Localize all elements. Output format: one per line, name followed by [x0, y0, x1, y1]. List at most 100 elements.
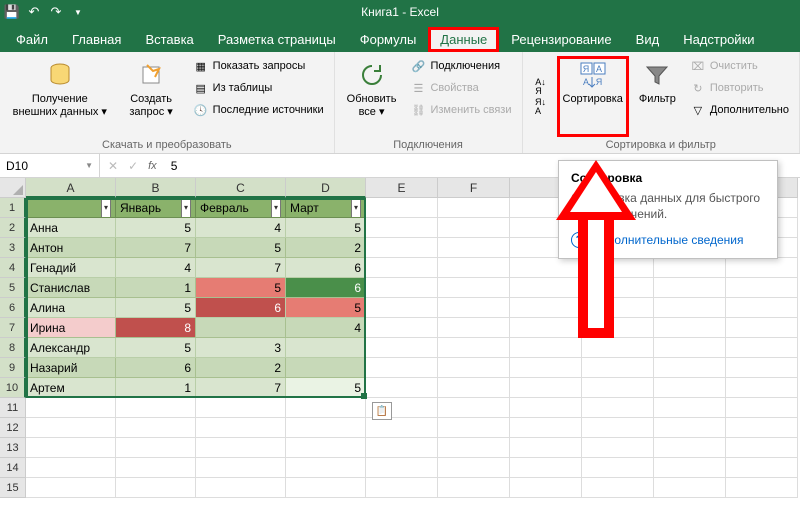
cell[interactable]	[366, 198, 438, 218]
select-all-corner[interactable]	[0, 178, 26, 198]
cell[interactable]	[654, 418, 726, 438]
formula-value[interactable]: 5	[167, 159, 178, 173]
qat-dropdown-icon[interactable]: ▼	[70, 4, 86, 20]
cell[interactable]	[726, 378, 798, 398]
cell[interactable]	[438, 338, 510, 358]
cell[interactable]	[582, 458, 654, 478]
cell[interactable]	[366, 298, 438, 318]
cell[interactable]: 6	[196, 298, 286, 318]
cell[interactable]	[116, 458, 196, 478]
cell[interactable]: Антон	[26, 238, 116, 258]
table-header[interactable]: ▾	[26, 198, 116, 218]
cell[interactable]: 5	[286, 218, 366, 238]
cell[interactable]	[26, 458, 116, 478]
cell[interactable]	[582, 318, 654, 338]
cell[interactable]	[582, 278, 654, 298]
cell[interactable]: 1	[116, 278, 196, 298]
cell[interactable]	[26, 398, 116, 418]
cell[interactable]	[116, 438, 196, 458]
cell[interactable]: 5	[116, 218, 196, 238]
cell[interactable]	[654, 298, 726, 318]
tooltip-help-link[interactable]: ? Дополнительные сведения	[571, 232, 765, 248]
cell[interactable]	[366, 478, 438, 498]
cell[interactable]	[726, 478, 798, 498]
cell[interactable]	[726, 318, 798, 338]
cell[interactable]: Александр	[26, 338, 116, 358]
cell[interactable]	[654, 438, 726, 458]
cell[interactable]	[366, 358, 438, 378]
cell[interactable]	[366, 258, 438, 278]
cell[interactable]	[438, 198, 510, 218]
cell[interactable]	[366, 218, 438, 238]
undo-icon[interactable]: ↶	[26, 4, 42, 20]
cell[interactable]: 6	[286, 258, 366, 278]
cell[interactable]	[438, 478, 510, 498]
cell[interactable]	[438, 218, 510, 238]
cell[interactable]	[510, 358, 582, 378]
col-header[interactable]: E	[366, 178, 438, 198]
tab-formulas[interactable]: Формулы	[348, 27, 429, 52]
filter-button[interactable]: Фильтр	[633, 56, 682, 137]
cell[interactable]	[116, 398, 196, 418]
cell[interactable]: 5	[196, 238, 286, 258]
col-header[interactable]: F	[438, 178, 510, 198]
cell[interactable]	[26, 438, 116, 458]
cell[interactable]	[196, 478, 286, 498]
row-header[interactable]: 15	[0, 478, 26, 498]
cell[interactable]	[366, 378, 438, 398]
cell[interactable]	[116, 478, 196, 498]
cell[interactable]: 5	[116, 338, 196, 358]
cell[interactable]	[510, 278, 582, 298]
cell[interactable]: 2	[286, 238, 366, 258]
row-header[interactable]: 2	[0, 218, 26, 238]
tab-home[interactable]: Главная	[60, 27, 133, 52]
cell[interactable]	[286, 418, 366, 438]
cell[interactable]	[654, 458, 726, 478]
col-header[interactable]: B	[116, 178, 196, 198]
table-header[interactable]: Март▾	[286, 198, 366, 218]
cell[interactable]	[196, 398, 286, 418]
name-box[interactable]: D10 ▼	[0, 154, 100, 177]
cell[interactable]	[286, 338, 366, 358]
row-header[interactable]: 5	[0, 278, 26, 298]
cell[interactable]	[654, 338, 726, 358]
row-header[interactable]: 11	[0, 398, 26, 418]
cell[interactable]	[438, 438, 510, 458]
tab-insert[interactable]: Вставка	[133, 27, 205, 52]
cell[interactable]	[510, 318, 582, 338]
cell[interactable]	[366, 418, 438, 438]
cell[interactable]: 6	[116, 358, 196, 378]
cell[interactable]	[654, 378, 726, 398]
cell[interactable]	[438, 398, 510, 418]
filter-dropdown-icon[interactable]: ▾	[271, 198, 281, 218]
cell[interactable]: 5	[196, 278, 286, 298]
row-header[interactable]: 1	[0, 198, 26, 218]
cell[interactable]	[654, 258, 726, 278]
cell[interactable]	[366, 438, 438, 458]
cell[interactable]	[438, 258, 510, 278]
row-header[interactable]: 14	[0, 458, 26, 478]
cell[interactable]	[286, 438, 366, 458]
cell[interactable]	[196, 438, 286, 458]
cell[interactable]: Артем	[26, 378, 116, 398]
cell[interactable]	[286, 458, 366, 478]
row-header[interactable]: 12	[0, 418, 26, 438]
col-header[interactable]: C	[196, 178, 286, 198]
cell[interactable]: 7	[196, 378, 286, 398]
cell[interactable]: 5	[286, 298, 366, 318]
save-icon[interactable]: 💾	[4, 4, 20, 20]
row-header[interactable]: 4	[0, 258, 26, 278]
cell[interactable]	[26, 418, 116, 438]
cell[interactable]	[582, 338, 654, 358]
cell[interactable]	[286, 478, 366, 498]
cell[interactable]	[726, 338, 798, 358]
get-external-data-button[interactable]: Получение внешних данных ▾	[6, 56, 114, 137]
row-header[interactable]: 9	[0, 358, 26, 378]
cell[interactable]: 2	[196, 358, 286, 378]
tab-data[interactable]: Данные	[428, 27, 499, 52]
cell[interactable]	[366, 458, 438, 478]
col-header[interactable]: D	[286, 178, 366, 198]
cell[interactable]	[654, 318, 726, 338]
cell[interactable]	[438, 418, 510, 438]
tab-file[interactable]: Файл	[4, 27, 60, 52]
